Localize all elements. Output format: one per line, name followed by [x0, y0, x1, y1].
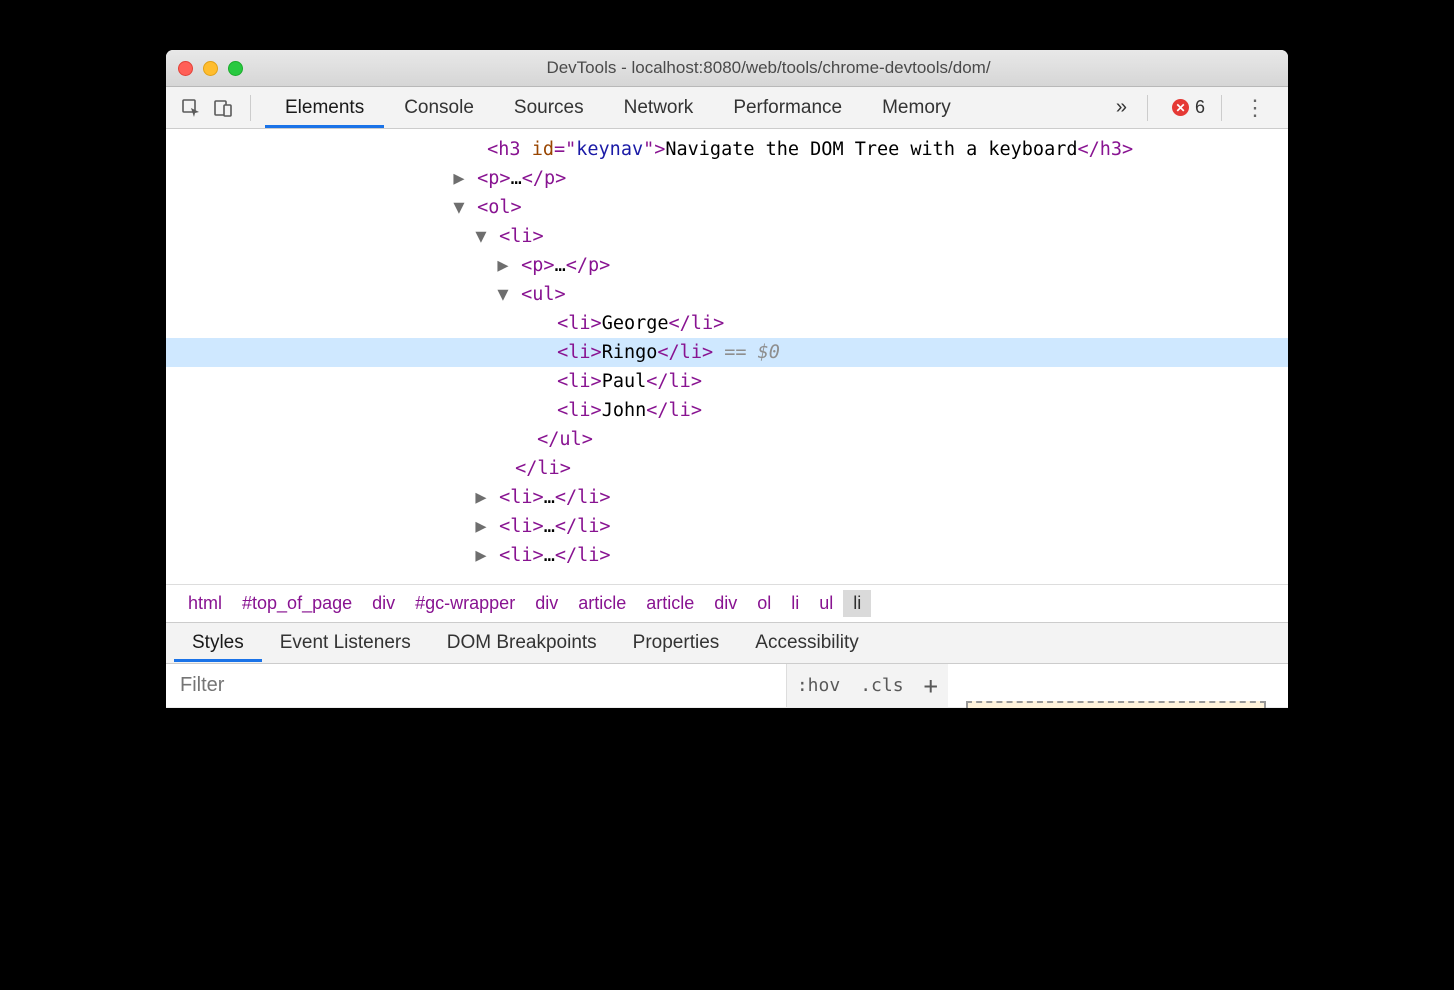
subtab-properties[interactable]: Properties	[615, 624, 738, 662]
inspect-icon[interactable]	[180, 97, 202, 119]
breadcrumb-item[interactable]: #top_of_page	[232, 590, 362, 617]
breadcrumb-item[interactable]: ol	[747, 590, 781, 617]
hover-toggle[interactable]: :hov	[787, 675, 850, 696]
window-title: DevTools - localhost:8080/web/tools/chro…	[261, 58, 1276, 78]
dom-node[interactable]: ▶ <p>…</p>	[166, 251, 1288, 280]
minimize-icon[interactable]	[203, 61, 218, 76]
styles-sidebar-tabs: StylesEvent ListenersDOM BreakpointsProp…	[166, 622, 1288, 664]
subtab-accessibility[interactable]: Accessibility	[737, 624, 876, 662]
dom-node[interactable]: <li>Ringo</li> == $0•••	[166, 338, 1288, 367]
filter-input[interactable]	[166, 664, 786, 707]
styles-toolbar: :hov .cls +	[166, 664, 1288, 708]
titlebar: DevTools - localhost:8080/web/tools/chro…	[166, 50, 1288, 87]
breadcrumb-item[interactable]: div	[362, 590, 405, 617]
dom-node[interactable]: ▶ <p>…</p>	[166, 164, 1288, 193]
partial-line: ▶ <p>…</p>	[166, 129, 1288, 132]
tab-memory[interactable]: Memory	[862, 88, 971, 128]
subtab-dom-breakpoints[interactable]: DOM Breakpoints	[429, 624, 615, 662]
subtab-styles[interactable]: Styles	[174, 624, 262, 662]
separator	[250, 95, 251, 121]
traffic-lights	[178, 61, 243, 76]
separator	[1221, 95, 1222, 121]
dom-node[interactable]: ▶ <li>…</li>	[166, 541, 1288, 570]
box-model-preview	[948, 664, 1288, 707]
breadcrumb-item[interactable]: html	[178, 590, 232, 617]
devtools-window: DevTools - localhost:8080/web/tools/chro…	[166, 50, 1288, 708]
dom-node[interactable]: </ul>	[166, 425, 1288, 454]
new-style-rule-icon[interactable]: +	[914, 672, 948, 700]
settings-kebab-icon[interactable]: ⋮	[1236, 95, 1274, 121]
subtab-event-listeners[interactable]: Event Listeners	[262, 624, 429, 662]
close-icon[interactable]	[178, 61, 193, 76]
dom-node[interactable]: <li>George</li>	[166, 309, 1288, 338]
tab-network[interactable]: Network	[604, 88, 714, 128]
error-count: 6	[1195, 97, 1205, 118]
error-icon: ✕	[1172, 99, 1189, 116]
dom-node[interactable]: </li>	[166, 454, 1288, 483]
device-toggle-icon[interactable]	[212, 97, 234, 119]
breadcrumb-item[interactable]: li	[781, 590, 809, 617]
dom-node[interactable]: ▼ <li>	[166, 222, 1288, 251]
dom-node[interactable]: <li>John</li>	[166, 396, 1288, 425]
dom-tree[interactable]: ▶ <p>…</p> <h3 id="keynav">Navigate the …	[166, 129, 1288, 584]
separator	[1147, 95, 1148, 121]
breadcrumb-trail: html#top_of_pagediv#gc-wrapperdivarticle…	[166, 584, 1288, 622]
margin-box	[966, 701, 1266, 708]
breadcrumb-item[interactable]: li	[843, 590, 871, 617]
panel-tabs: ElementsConsoleSourcesNetworkPerformance…	[265, 88, 1102, 128]
dom-node[interactable]: ▼ <ul>	[166, 280, 1288, 309]
dom-node[interactable]: ▼ <ol>	[166, 193, 1288, 222]
tab-elements[interactable]: Elements	[265, 88, 384, 128]
dom-node[interactable]: <h3 id="keynav">Navigate the DOM Tree wi…	[166, 135, 1288, 164]
dom-node[interactable]: <li>Paul</li>	[166, 367, 1288, 396]
styles-actions: :hov .cls +	[787, 664, 948, 707]
breadcrumb-item[interactable]: div	[704, 590, 747, 617]
breadcrumb-item[interactable]: ul	[809, 590, 843, 617]
dom-node[interactable]: ▶ <li>…</li>	[166, 483, 1288, 512]
tab-console[interactable]: Console	[384, 88, 494, 128]
breadcrumb-item[interactable]: #gc-wrapper	[405, 590, 525, 617]
main-toolbar: ElementsConsoleSourcesNetworkPerformance…	[166, 87, 1288, 129]
error-badge[interactable]: ✕ 6	[1162, 97, 1215, 118]
tab-performance[interactable]: Performance	[713, 88, 862, 128]
tab-sources[interactable]: Sources	[494, 88, 604, 128]
breadcrumb-item[interactable]: article	[568, 590, 636, 617]
styles-filter	[166, 664, 787, 707]
breadcrumb-item[interactable]: article	[636, 590, 704, 617]
class-toggle[interactable]: .cls	[850, 675, 913, 696]
dom-node[interactable]: ▶ <li>…</li>	[166, 512, 1288, 541]
breadcrumb-item[interactable]: div	[525, 590, 568, 617]
more-tabs-icon[interactable]: »	[1102, 96, 1141, 119]
zoom-icon[interactable]	[228, 61, 243, 76]
